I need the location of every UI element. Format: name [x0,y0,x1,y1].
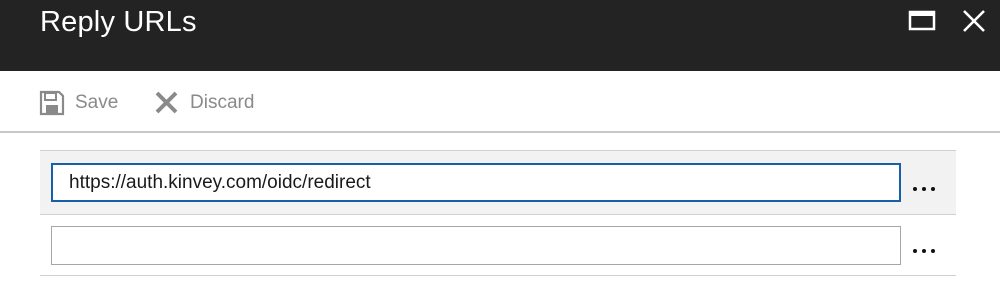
more-options-icon [913,187,935,191]
row-more-button[interactable] [910,179,940,199]
reply-url-input[interactable] [51,163,901,202]
row-more-button[interactable] [910,241,940,261]
command-bar: Save Discard [0,71,1000,131]
maximize-button[interactable] [905,4,939,38]
blade-header: Reply URLs [0,0,1000,71]
blade-title: Reply URLs [40,6,197,38]
save-icon [39,90,65,116]
more-options-icon [913,249,935,253]
close-icon [963,10,985,32]
close-button[interactable] [957,4,991,38]
discard-icon [155,91,178,114]
discard-button[interactable]: Discard [154,90,254,116]
reply-url-row [40,214,956,276]
maximize-icon [908,10,936,31]
discard-label: Discard [190,92,255,113]
reply-url-row [40,150,956,214]
reply-url-input-empty[interactable] [51,226,901,265]
save-label: Save [75,92,119,113]
reply-url-list [40,150,956,276]
save-button[interactable]: Save [39,90,118,116]
toolbar-divider [0,131,1000,133]
